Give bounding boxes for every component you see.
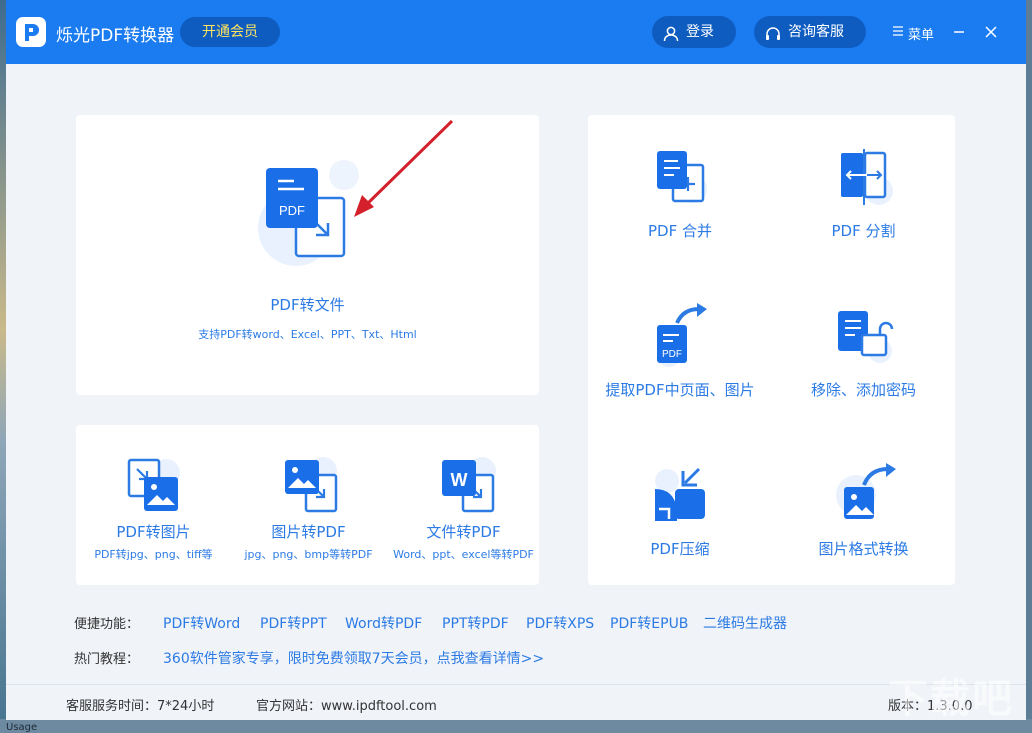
shortcut-label: 便捷功能： [74,617,140,632]
close-button[interactable] [981,22,1001,42]
login-button[interactable]: 登录 [652,16,736,48]
titlebar: 烁光PDF转换器 开通会员 登录 咨询客服 菜单 [6,0,1026,64]
pdf-merge-label: PDF 合并 [648,222,712,240]
image-to-pdf-label: 图片转PDF [271,523,346,541]
tool-pdf-merge[interactable]: PDF 合并 [588,115,772,265]
shortcut-link[interactable]: Word转PDF [345,613,422,633]
desktop-usage-text: Usage [6,722,38,733]
tutorial-label: 热门教程： [74,652,140,667]
hamburger-icon [892,25,904,41]
official-site[interactable]: 官方网站：www.ipdftool.com [256,695,437,714]
pdf-to-file-label: PDF转文件 [270,296,345,314]
pdf-compress-label: PDF压缩 [650,540,710,558]
app-window: 烁光PDF转换器 开通会员 登录 咨询客服 菜单 PDF PDF转文件 支持PD… [6,0,1026,720]
extract-pages-label: 提取PDF中页面、图片 [605,381,755,399]
password-label: 移除、添加密码 [810,381,916,399]
pdf-to-image-label: PDF转图片 [116,523,191,541]
shortcut-link[interactable]: 二维码生成器 [703,613,787,633]
app-logo-icon [16,17,46,47]
merge-icon [657,151,707,203]
right-tools-card: PDF 合并 PDF 分割 PDF 提取PDF中页面、图片 移除、添加密码 PD… [588,115,955,585]
pdf-to-image-sub: PDF转jpg、png、tiff等 [94,548,213,561]
tool-password[interactable]: 移除、添加密码 [772,275,955,425]
red-arrow-annotation [354,119,454,217]
image-to-pdf-sub: jpg、png、bmp等转PDF [244,548,373,561]
pdf-split-label: PDF 分割 [831,222,896,240]
tool-image-format[interactable]: 图片格式转换 [772,435,955,585]
extract-icon: PDF [657,303,707,367]
pdf-to-file-card[interactable]: PDF PDF转文件 支持PDF转word、Excel、PPT、Txt、Html [76,115,539,395]
file-to-pdf-label: 文件转PDF [426,523,501,541]
pdf-to-image-icon [127,458,180,511]
shortcut-link[interactable]: PDF转EPUB [610,613,688,633]
image-convert-icon [836,463,896,519]
pdf-icon-text: PDF [279,203,305,218]
user-icon [662,23,680,55]
split-icon [841,149,893,205]
image-format-label: 图片格式转换 [818,540,909,558]
desktop-background-bottom [0,719,1032,733]
tool-file-to-pdf[interactable]: W 文件转PDF Word、ppt、excel等转PDF [386,425,541,585]
image-to-pdf-icon [285,457,338,513]
service-label: 咨询客服 [788,24,844,40]
minimize-button[interactable] [949,22,969,42]
shortcut-link[interactable]: PPT转PDF [442,613,509,633]
login-label: 登录 [686,24,714,40]
word-to-pdf-icon: W [442,457,496,513]
minimize-icon [954,31,964,33]
close-icon [985,26,997,38]
customer-service-button[interactable]: 咨询客服 [754,16,866,48]
shortcut-link[interactable]: PDF转XPS [526,613,594,633]
service-hours: 客服服务时间：7*24小时 [66,699,215,714]
tool-pdf-to-file[interactable]: PDF PDF转文件 支持PDF转word、Excel、PPT、Txt、Html [76,115,539,395]
tool-pdf-split[interactable]: PDF 分割 [772,115,955,265]
shortcut-link[interactable]: PDF转PPT [260,613,327,633]
tool-pdf-to-image[interactable]: PDF转图片 PDF转jpg、png、tiff等 [76,425,231,585]
app-title: 烁光PDF转换器 [56,26,175,46]
compress-icon [655,467,705,521]
footer: 客服服务时间：7*24小时 官方网站：www.ipdftool.com 版本：1… [6,684,1026,720]
pdf-to-file-sub: 支持PDF转word、Excel、PPT、Txt、Html [198,328,417,341]
tool-image-to-pdf[interactable]: 图片转PDF jpg、png、bmp等转PDF [231,425,386,585]
tool-extract-pages[interactable]: PDF 提取PDF中页面、图片 [588,275,772,425]
bottom-tools-card: PDF转图片 PDF转jpg、png、tiff等 图片转PDF jpg、png、… [76,425,539,585]
file-to-pdf-sub: Word、ppt、excel等转PDF [393,548,534,561]
extract-pdf-icon-text: PDF [662,349,682,360]
vip-button[interactable]: 开通会员 [180,17,280,47]
headset-icon [764,23,782,55]
shortcut-link[interactable]: PDF转Word [163,613,240,633]
watermark-logo: 下载吧 [888,676,1014,722]
word-icon-text: W [451,470,468,490]
tool-pdf-compress[interactable]: PDF压缩 [588,435,772,585]
tutorial-link[interactable]: 360软件管家专享，限时免费领取7天会员，点我查看详情>> [163,648,544,668]
lock-icon [838,311,894,363]
menu-label: 菜单 [908,28,935,43]
desktop-background-right [1025,0,1032,733]
